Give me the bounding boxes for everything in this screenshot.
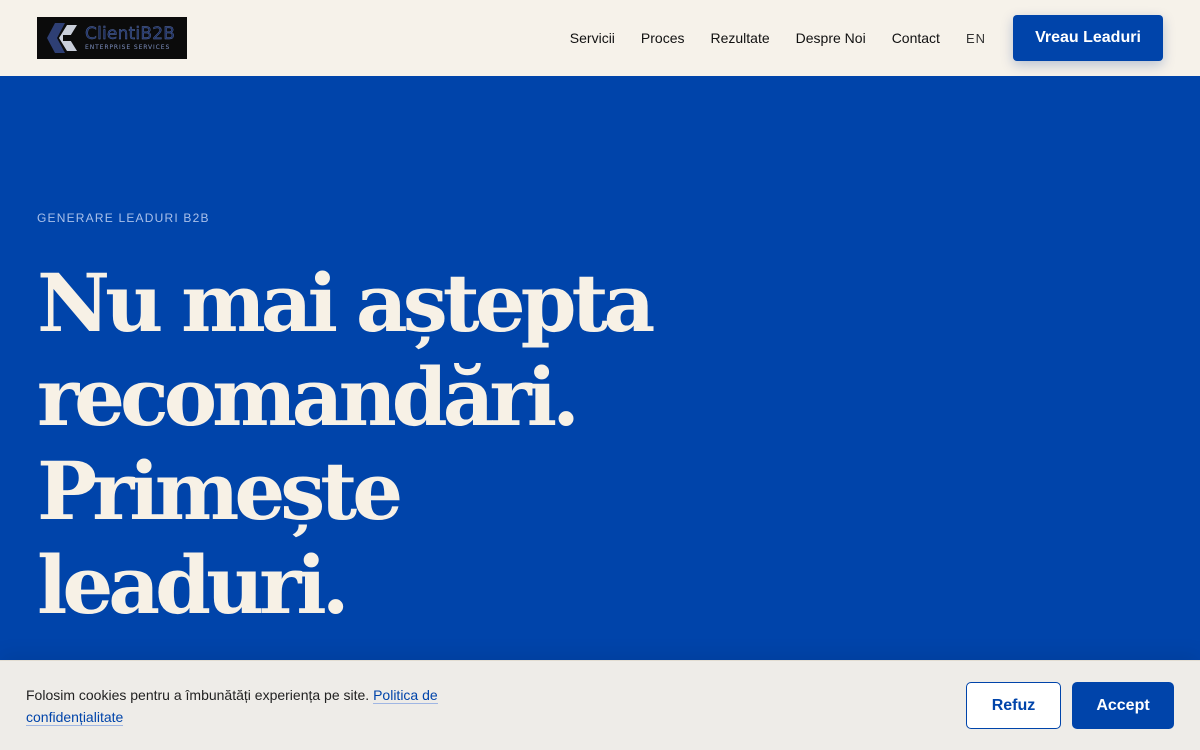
nav-link-proces[interactable]: Proces (641, 30, 685, 46)
language-switch[interactable]: EN (966, 31, 986, 46)
logo[interactable]: ClientiB2B ENTERPRISE SERVICES (37, 17, 187, 59)
logo-mark-icon (41, 19, 83, 57)
cookie-banner: Folosim cookies pentru a îmbunătăți expe… (0, 660, 1200, 750)
hero-eyebrow: GENERARE LEADURI B2B (37, 211, 210, 225)
main-nav: Servicii Proces Rezultate Despre Noi Con… (570, 15, 1163, 61)
cookie-text: Folosim cookies pentru a îmbunătăți expe… (26, 686, 370, 703)
nav-link-contact[interactable]: Contact (892, 30, 940, 46)
hero-section: GENERARE LEADURI B2B Nu mai aștepta reco… (0, 76, 1200, 750)
headline-line-1: Nu mai aștepta (37, 256, 655, 350)
logo-name: ClientiB2B (85, 23, 176, 44)
cookie-message: Folosim cookies pentru a îmbunătăți expe… (26, 684, 466, 728)
accept-cookies-button[interactable]: Accept (1072, 682, 1174, 729)
refuse-cookies-button[interactable]: Refuz (966, 682, 1061, 729)
nav-link-rezultate[interactable]: Rezultate (711, 30, 770, 46)
hero-headline: Nu mai aștepta recomandări. Primește lea… (37, 256, 737, 632)
headline-line-3: Primește (37, 444, 403, 538)
logo-subtitle: ENTERPRISE SERVICES (85, 43, 171, 51)
site-header: ClientiB2B ENTERPRISE SERVICES Servicii … (0, 0, 1200, 76)
nav-link-servicii[interactable]: Servicii (570, 30, 615, 46)
headline-line-2: recomandări. (37, 350, 580, 444)
nav-link-despre-noi[interactable]: Despre Noi (796, 30, 866, 46)
get-leads-button[interactable]: Vreau Leaduri (1013, 15, 1163, 61)
cookie-actions: Refuz Accept (966, 682, 1174, 729)
headline-line-4: leaduri. (37, 538, 350, 632)
